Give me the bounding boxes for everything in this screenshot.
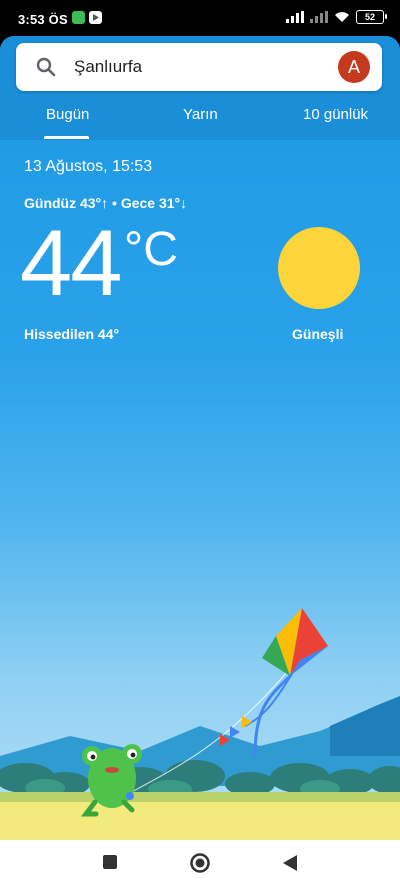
- system-navigation-bar: [0, 840, 400, 888]
- tab-tomorrow[interactable]: Yarın: [183, 106, 218, 123]
- status-bar: 3:53 ÖS 52: [0, 0, 400, 36]
- whatsapp-icon: [72, 11, 85, 24]
- tabs: Bugün Yarın 10 günlük: [0, 106, 400, 140]
- back-triangle-icon[interactable]: [282, 854, 298, 872]
- temperature-unit[interactable]: °C: [124, 226, 178, 274]
- weather-app: Şanlıurfa A Bugün Yarın 10 günlük 13 Ağu…: [0, 36, 400, 840]
- tab-10-day[interactable]: 10 günlük: [303, 106, 368, 123]
- tab-today[interactable]: Bugün: [46, 106, 89, 123]
- condition-label: Güneşli: [292, 326, 344, 342]
- tab-indicator: [44, 136, 89, 139]
- date-time: 13 Ağustos, 15:53: [24, 158, 153, 175]
- search-input[interactable]: Şanlıurfa: [74, 57, 142, 77]
- wifi-icon: [335, 12, 349, 22]
- recents-square-icon[interactable]: [102, 854, 118, 870]
- search-bar[interactable]: Şanlıurfa A: [16, 43, 382, 91]
- status-app-icons: [72, 11, 102, 24]
- status-time: 3:53 ÖS: [18, 12, 68, 27]
- play-store-icon: [89, 11, 102, 24]
- weather-illustration: [0, 608, 400, 840]
- day-night-temps: Gündüz 43°↑ • Gece 31°↓: [24, 195, 188, 211]
- feels-like: Hissedilen 44°: [24, 326, 120, 342]
- current-temperature: 44: [20, 210, 123, 315]
- signal-icon-2: [310, 11, 328, 23]
- search-icon[interactable]: [34, 55, 58, 79]
- sun-icon: [278, 227, 360, 309]
- status-right: 52: [286, 10, 387, 24]
- signal-icon: [286, 11, 304, 23]
- battery-icon: 52: [356, 10, 387, 24]
- home-circle-icon[interactable]: [189, 852, 211, 874]
- avatar[interactable]: A: [338, 51, 370, 83]
